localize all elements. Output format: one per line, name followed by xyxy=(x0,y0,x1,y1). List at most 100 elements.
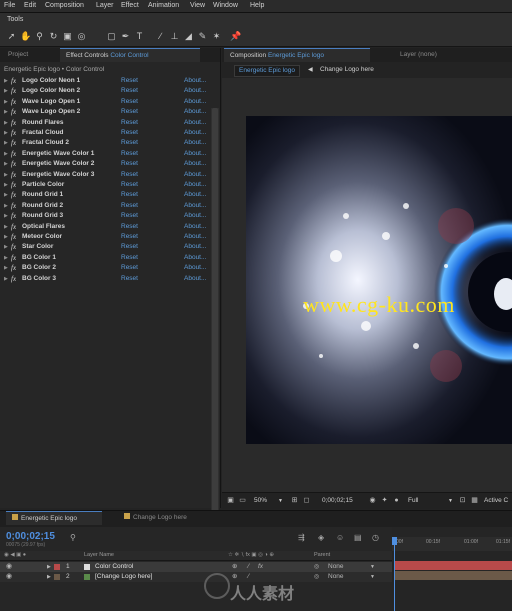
resolution-dropdown[interactable]: Full xyxy=(408,497,418,504)
scrollbar-thumb[interactable] xyxy=(212,108,218,543)
draft-3d-icon[interactable]: ◈ xyxy=(318,533,324,542)
expand-triangle-icon[interactable]: ▶ xyxy=(4,190,8,200)
about-link[interactable]: About... xyxy=(184,180,206,190)
expand-triangle-icon[interactable]: ▶ xyxy=(4,232,8,242)
expand-triangle-icon[interactable]: ▶ xyxy=(4,76,8,86)
layer-name[interactable]: [Change Logo here] xyxy=(95,572,152,582)
reset-link[interactable]: Reset xyxy=(121,76,138,86)
mask-tool-icon[interactable]: ▢ xyxy=(106,31,117,42)
screen-icon[interactable]: ▭ xyxy=(238,496,247,505)
parent-dropdown[interactable]: None xyxy=(328,562,344,572)
tab-timeline-change-logo[interactable]: Change Logo here xyxy=(118,511,214,525)
fx-icon[interactable]: fx xyxy=(11,190,16,200)
effect-row[interactable]: ▶ fx Wave Logo Open 2 Reset About... xyxy=(0,107,212,117)
layer-row[interactable]: ◉ ▶ 1 Color Control ⊕ ∕ fx ◎ None ▼ xyxy=(0,562,392,572)
transparency-grid-icon[interactable]: ▦ xyxy=(470,496,479,505)
tab-timeline-main[interactable]: Energetic Epic logo xyxy=(6,511,102,525)
effect-row[interactable]: ▶ fx Logo Color Neon 2 Reset About... xyxy=(0,86,212,96)
fx-icon[interactable]: fx xyxy=(11,263,16,273)
expand-triangle-icon[interactable]: ▶ xyxy=(4,107,8,117)
reset-link[interactable]: Reset xyxy=(121,201,138,211)
reset-link[interactable]: Reset xyxy=(121,170,138,180)
effect-row[interactable]: ▶ fx Round Grid 2 Reset About... xyxy=(0,201,212,211)
fx-icon[interactable]: fx xyxy=(11,170,16,180)
about-link[interactable]: About... xyxy=(184,170,206,180)
reset-link[interactable]: Reset xyxy=(121,274,138,284)
layer-row[interactable]: ◉ ▶ 2 [Change Logo here] ⊕ ∕ ◎ None ▼ xyxy=(0,572,392,582)
comp-nav-other[interactable]: Change Logo here xyxy=(320,66,374,73)
fx-icon[interactable]: fx xyxy=(11,274,16,284)
expand-triangle-icon[interactable]: ▶ xyxy=(4,263,8,273)
expand-triangle-icon[interactable]: ▶ xyxy=(4,253,8,263)
layer-label-color[interactable] xyxy=(54,574,60,580)
expand-triangle-icon[interactable]: ▶ xyxy=(4,118,8,128)
reset-link[interactable]: Reset xyxy=(121,232,138,242)
expand-triangle-icon[interactable]: ▶ xyxy=(4,180,8,190)
fx-icon[interactable]: fx xyxy=(11,107,16,117)
reset-link[interactable]: Reset xyxy=(121,190,138,200)
expand-triangle-icon[interactable]: ▶ xyxy=(4,128,8,138)
expand-triangle-icon[interactable]: ▶ xyxy=(4,97,8,107)
expand-triangle-icon[interactable]: ▶ xyxy=(4,201,8,211)
expand-triangle-icon[interactable]: ▶ xyxy=(4,170,8,180)
menu-file[interactable]: File xyxy=(4,2,15,9)
fx-icon[interactable]: fx xyxy=(11,86,16,96)
effect-row[interactable]: ▶ fx Round Grid 1 Reset About... xyxy=(0,190,212,200)
effect-row[interactable]: ▶ fx Meteor Color Reset About... xyxy=(0,232,212,242)
expand-triangle-icon[interactable]: ▶ xyxy=(4,211,8,221)
effect-row[interactable]: ▶ fx BG Color 1 Reset About... xyxy=(0,253,212,263)
about-link[interactable]: About... xyxy=(184,201,206,211)
menu-effect[interactable]: Effect xyxy=(121,2,139,9)
about-link[interactable]: About... xyxy=(184,159,206,169)
about-link[interactable]: About... xyxy=(184,97,206,107)
layer-name[interactable]: Color Control xyxy=(95,562,133,572)
effect-row[interactable]: ▶ fx Particle Color Reset About... xyxy=(0,180,212,190)
about-link[interactable]: About... xyxy=(184,149,206,159)
reset-link[interactable]: Reset xyxy=(121,149,138,159)
effects-switch-icon[interactable]: fx xyxy=(258,562,263,572)
layer-duration-bar[interactable] xyxy=(394,571,512,580)
reset-link[interactable]: Reset xyxy=(121,107,138,117)
reset-link[interactable]: Reset xyxy=(121,159,138,169)
effect-row[interactable]: ▶ fx Energetic Wave Color 3 Reset About... xyxy=(0,170,212,180)
fx-icon[interactable]: fx xyxy=(11,242,16,252)
effect-row[interactable]: ▶ fx Optical Flares Reset About... xyxy=(0,222,212,232)
eye-icon[interactable]: ◉ xyxy=(6,572,12,582)
effect-row[interactable]: ▶ fx BG Color 2 Reset About... xyxy=(0,263,212,273)
color-channel-icon[interactable]: ● xyxy=(392,496,401,505)
timeline-timecode[interactable]: 0;00;02;15 xyxy=(6,531,55,542)
about-link[interactable]: About... xyxy=(184,128,206,138)
current-time-indicator[interactable] xyxy=(394,537,395,611)
reset-link[interactable]: Reset xyxy=(121,180,138,190)
menu-layer[interactable]: Layer xyxy=(96,2,114,9)
comp-nav-current[interactable]: Energetic Epic logo xyxy=(234,65,301,77)
expand-triangle-icon[interactable]: ▶ xyxy=(4,138,8,148)
grid-icon[interactable]: ⊞ xyxy=(290,496,299,505)
about-link[interactable]: About... xyxy=(184,190,206,200)
fx-icon[interactable]: fx xyxy=(11,253,16,263)
reset-link[interactable]: Reset xyxy=(121,222,138,232)
expand-triangle-icon[interactable]: ▶ xyxy=(47,562,51,572)
tab-composition[interactable]: Composition Energetic Epic logo xyxy=(224,48,370,62)
search-icon[interactable]: ⚲ xyxy=(70,533,76,542)
shy-switch-icon[interactable]: ⊕ xyxy=(232,562,237,572)
menu-help[interactable]: Help xyxy=(250,2,264,9)
layer-duration-bar[interactable] xyxy=(394,561,512,570)
show-snapshot-icon[interactable]: ✦ xyxy=(380,496,389,505)
rotate-tool-icon[interactable]: ↻ xyxy=(48,31,59,42)
about-link[interactable]: About... xyxy=(184,222,206,232)
menu-window[interactable]: Window xyxy=(213,2,238,9)
effect-row[interactable]: ▶ fx Energetic Wave Color 1 Reset About... xyxy=(0,149,212,159)
zoom-tool-icon[interactable]: ⚲ xyxy=(34,31,45,42)
viewer-timecode[interactable]: 0;00;02;15 xyxy=(322,497,353,504)
about-link[interactable]: About... xyxy=(184,274,206,284)
effect-row[interactable]: ▶ fx Round Flares Reset About... xyxy=(0,118,212,128)
time-ruler[interactable]: 00f 00:15f 01:00f 01:15f xyxy=(392,537,512,551)
fx-icon[interactable]: fx xyxy=(11,97,16,107)
pan-behind-tool-icon[interactable]: ◎ xyxy=(76,31,87,42)
about-link[interactable]: About... xyxy=(184,242,206,252)
effect-row[interactable]: ▶ fx Round Grid 3 Reset About... xyxy=(0,211,212,221)
menu-composition[interactable]: Composition xyxy=(45,2,84,9)
region-of-interest-icon[interactable]: ⊡ xyxy=(458,496,467,505)
about-link[interactable]: About... xyxy=(184,76,206,86)
